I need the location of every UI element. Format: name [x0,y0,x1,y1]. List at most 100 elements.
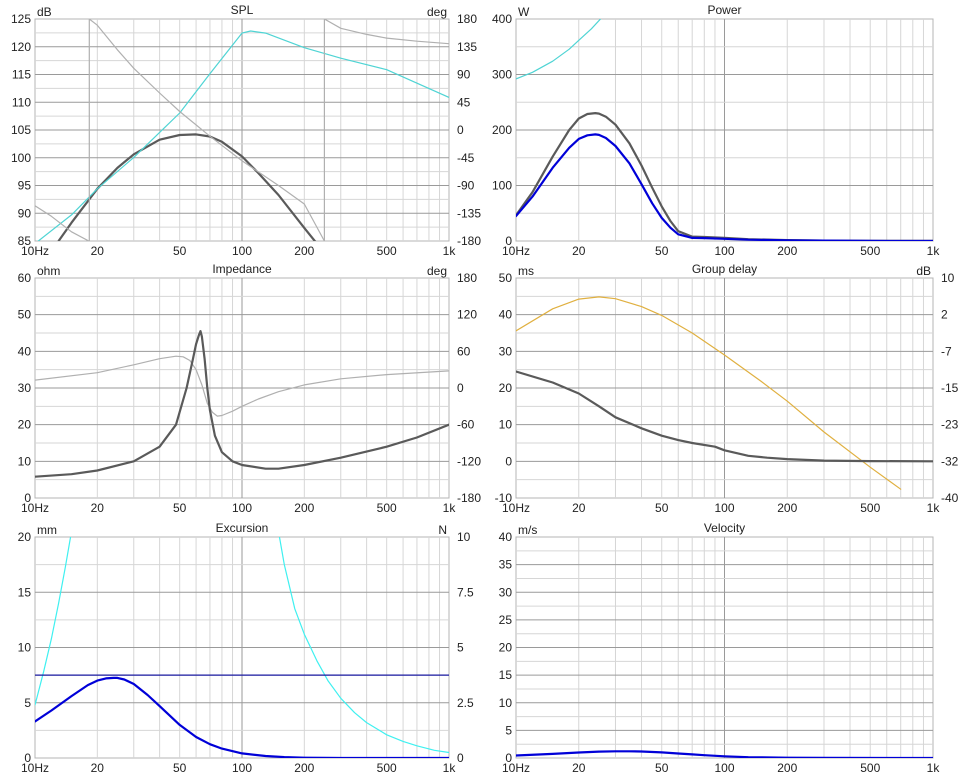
spl-y2tick: -90 [457,179,475,193]
impedance-xtick: 20 [91,501,105,515]
velocity-ytick-top: 40 [499,530,513,544]
impedance-y2tick: -120 [457,454,481,468]
excursion-y2tick: 7.5 [457,585,474,599]
groupdelay-xtick: 200 [777,501,797,515]
excursion-xtick: 500 [377,761,397,775]
power-xtick: 20 [572,244,586,258]
power-xtick: 10Hz [502,244,530,258]
excursion-xtick: 20 [91,761,105,775]
impedance-chart: Impedance 50 40 30 20 100 ohm 60 180 120 60 0 -60 -12… [18,262,482,515]
groupdelay-xtick: 20 [572,501,586,515]
spl-y2tick: 45 [457,95,471,109]
spl-xtick: 500 [377,244,397,258]
spl-y2tick: 180 [457,12,477,26]
power-ylabel: W [518,5,530,19]
spl-xtick: 20 [91,244,105,258]
graphs-canvas: SPL120115110105100959085dB125 18013590450… [11,3,959,775]
power-xtick: 200 [777,244,797,258]
velocity-title: Velocity [704,521,745,535]
excursion-y2tick: 0 [457,751,464,765]
groupdelay-y2tick: -40 [941,491,959,505]
spl-xtick: 50 [173,244,187,258]
speaker-simulation-graphs: SPL 120 115 110 105 100 95 90 85 dB 125 180 135 90 45 0… [0,0,966,779]
spl-ytick: 110 [12,95,31,109]
impedance-xtick: 50 [173,501,187,515]
spl-title: SPL [231,3,254,17]
groupdelay-y2tick: -23 [941,418,959,432]
impedance-xtick: 500 [377,501,397,515]
velocity-xtick: 200 [777,761,797,775]
spl-ylabel: dB [37,5,52,19]
excursion-xtick: 100 [232,761,252,775]
spl-ytick: 120 [11,40,31,54]
groupdelay-y2tick: 10 [941,271,955,285]
groupdelay-xtick: 1k [927,501,941,515]
impedance-ytick-top: 60 [18,271,32,285]
spl-y2label: deg [427,5,447,19]
excursion-y2tick: 10 [457,530,471,544]
groupdelay-ytick: 0 [505,454,512,468]
velocity-xtick: 500 [860,761,880,775]
power-ytick: 200 [492,123,512,137]
spl-ytick: 115 [12,68,31,82]
groupdelay-y2tick: -7 [941,344,952,358]
power-xtick: 50 [655,244,669,258]
power-ytick: 300 [492,68,512,82]
spl-ytick-top: 125 [11,12,31,26]
impedance-y2label: deg [427,264,447,278]
excursion-xtick: 50 [173,761,187,775]
spl-xtick: 10Hz [21,244,49,258]
excursion-ytick: 5 [24,696,31,710]
groupdelay-xtick: 10Hz [502,501,530,515]
velocity-ytick: 10 [499,696,513,710]
power-xtick: 1k [927,244,941,258]
groupdelay-y2tick: 2 [941,308,948,322]
velocity-ytick: 20 [499,641,513,655]
impedance-y2tick: 60 [457,344,471,358]
groupdelay-ytick: 40 [499,308,513,322]
spl-y2tick: 90 [457,68,471,82]
excursion-xtick: 10Hz [21,761,49,775]
spl-y2tick: 0 [457,123,464,137]
impedance-ytick: 10 [18,454,32,468]
impedance-y2tick: 180 [457,271,477,285]
spl-y2tick: -45 [457,151,475,165]
velocity-xtick: 1k [927,761,941,775]
spl-xtick: 100 [232,244,252,258]
spl-ytick: 100 [11,151,31,165]
excursion-y2tick: 2.5 [457,696,474,710]
excursion-y2label: N [438,523,447,537]
impedance-y2tick: 0 [457,381,464,395]
groupdelay-ytick: 30 [499,344,513,358]
impedance-xtick: 10Hz [21,501,49,515]
velocity-ytick: 35 [499,558,513,572]
power-xtick: 100 [714,244,734,258]
power-title: Power [707,3,741,17]
groupdelay-ytick-top: 50 [499,271,513,285]
velocity-xtick: 50 [655,761,669,775]
impedance-ytick: 50 [18,308,32,322]
spl-ytick: 105 [11,123,31,137]
impedance-y2tick: 120 [457,308,477,322]
impedance-ytick: 40 [18,344,32,358]
impedance-y2tick: -60 [457,418,475,432]
impedance-ytick: 20 [18,418,32,432]
velocity-ytick: 30 [499,585,513,599]
power-xtick: 500 [860,244,880,258]
excursion-xtick: 1k [443,761,457,775]
spl-y2tick: 135 [457,40,477,54]
velocity-xtick: 10Hz [502,761,530,775]
groupdelay-ytick: 10 [499,418,513,432]
spl-ytick: 90 [18,206,32,220]
spl-xtick: 200 [294,244,314,258]
impedance-y2tick: -180 [457,491,481,505]
spl-xtick: 1k [443,244,457,258]
velocity-ylabel: m/s [518,523,537,537]
impedance-title: Impedance [212,262,272,276]
velocity-chart: Velocity35302520151050m/s4010Hz 20 50 100 20… [499,521,941,775]
power-chart: Power3002001000W40010Hz 20 50 100 200 500 1k [492,3,941,258]
groupdelay-y2tick: -15 [941,381,959,395]
excursion-ylabel: mm [37,523,57,537]
excursion-ytick: 15 [18,585,32,599]
groupdelay-ylabel: ms [518,264,534,278]
